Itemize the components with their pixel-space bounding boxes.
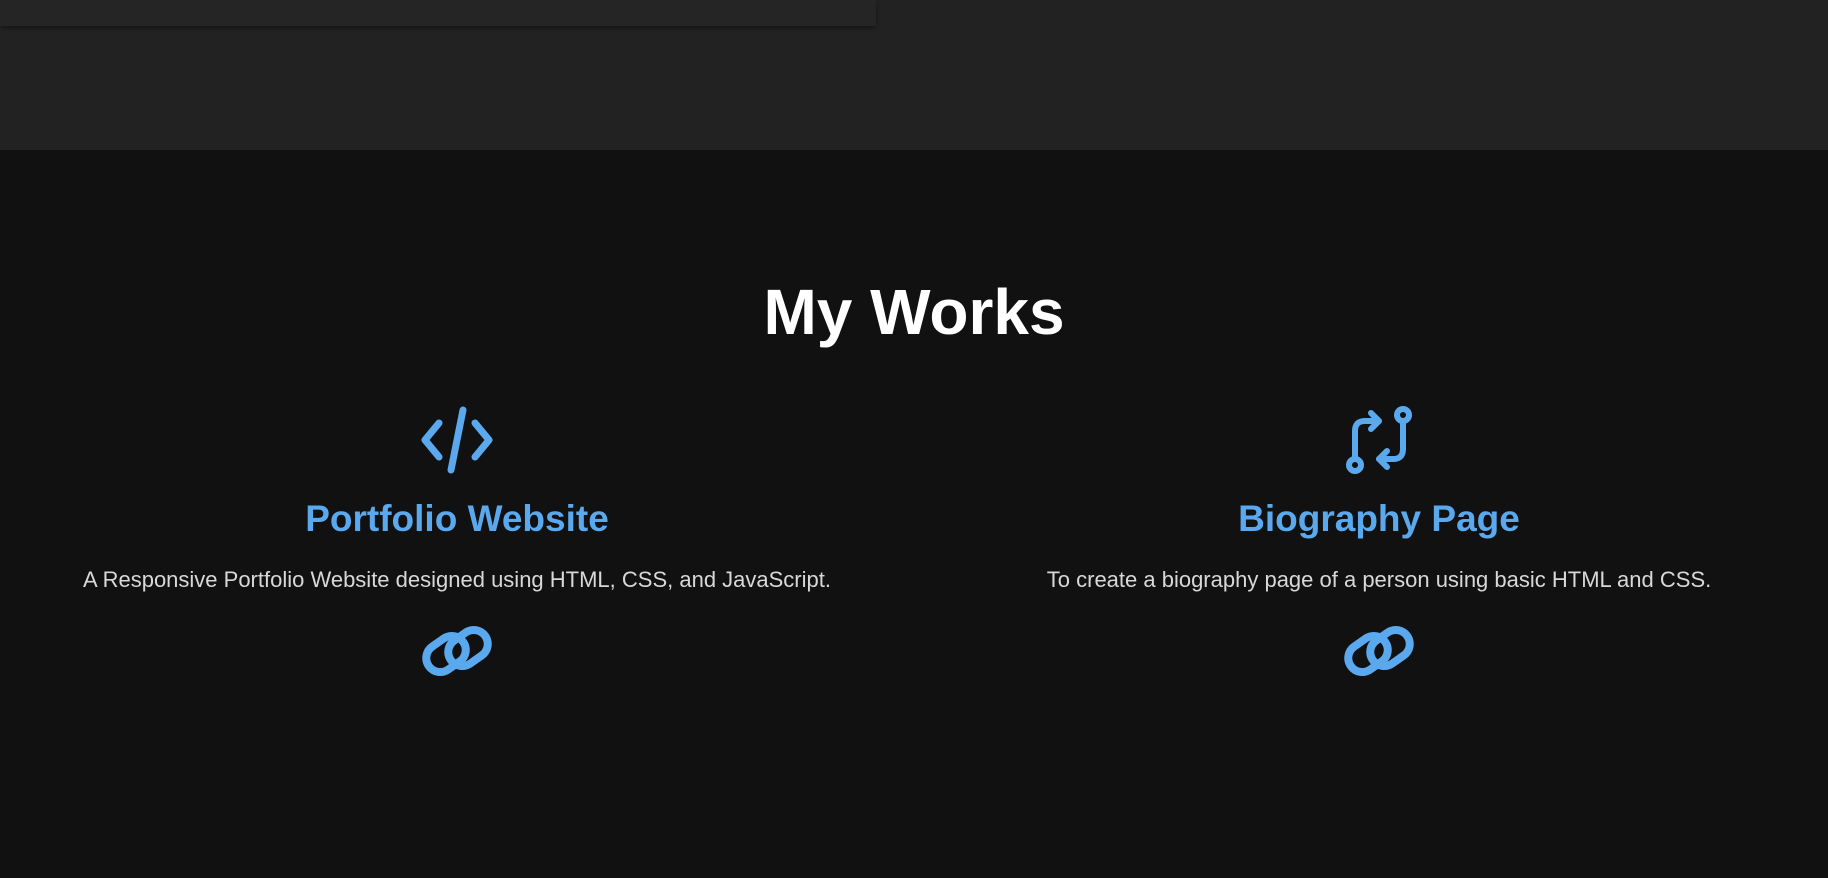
- work-card-biography: Biography Page To create a biography pag…: [930, 405, 1828, 685]
- code-icon: [417, 405, 497, 475]
- work-card-portfolio: Portfolio Website A Responsive Portfolio…: [0, 405, 914, 685]
- previous-section: [0, 0, 1828, 150]
- work-title: Biography Page: [1238, 498, 1520, 539]
- link-icon[interactable]: [417, 618, 497, 684]
- work-title: Portfolio Website: [305, 498, 609, 539]
- work-description: A Responsive Portfolio Website designed …: [83, 567, 831, 592]
- work-description: To create a biography page of a person u…: [1046, 567, 1712, 592]
- section-title: My Works: [763, 276, 1065, 348]
- works-section: My Works Portfolio Website A Responsive …: [0, 150, 1828, 878]
- git-compare-icon: [1339, 405, 1419, 475]
- link-icon[interactable]: [1339, 618, 1419, 684]
- previous-section-card: [0, 0, 876, 26]
